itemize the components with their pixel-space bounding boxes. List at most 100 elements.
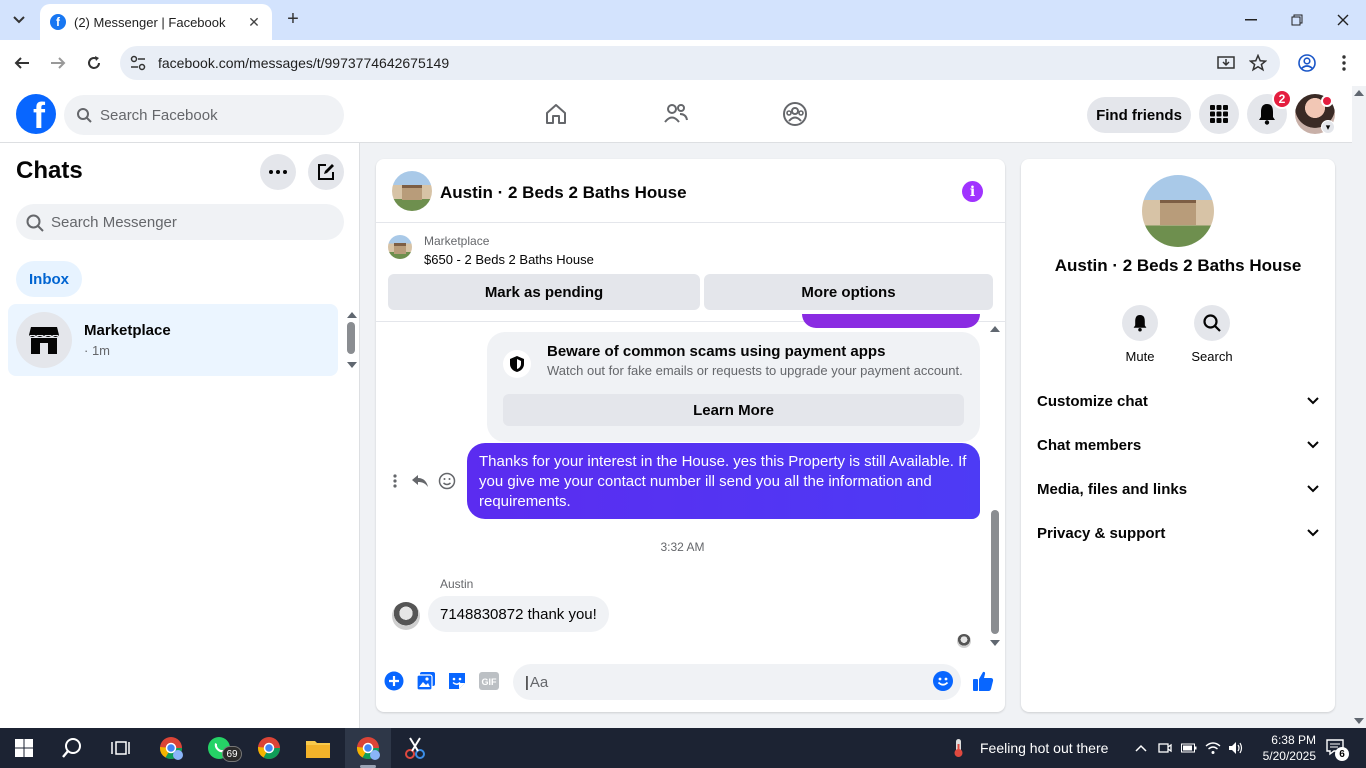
file-explorer-icon[interactable]: [304, 734, 332, 762]
sender-avatar[interactable]: [392, 602, 420, 630]
chrome-active-icon[interactable]: [354, 734, 382, 762]
listing-avatar[interactable]: [392, 171, 432, 211]
search-icon: [1194, 305, 1230, 341]
browser-address-bar: facebook.com/messages/t/9973774642675149: [0, 40, 1366, 86]
profile-button[interactable]: [1295, 51, 1319, 75]
friends-nav-button[interactable]: [662, 100, 690, 128]
learn-more-button[interactable]: Learn More: [503, 394, 964, 426]
scroll-up-arrow[interactable]: [990, 326, 1000, 332]
bookmark-button[interactable]: [1246, 51, 1270, 75]
scroll-down-arrow[interactable]: [990, 640, 1000, 646]
page-scrollbar[interactable]: [1352, 86, 1366, 728]
thumbs-up-icon[interactable]: [972, 670, 994, 692]
outgoing-message-bubble[interactable]: Thanks for your interest in the House. y…: [467, 443, 980, 519]
search-icon: [26, 214, 44, 232]
browser-menu-button[interactable]: [1332, 51, 1356, 75]
marketplace-label: Marketplace: [424, 234, 490, 248]
battery-icon[interactable]: [1181, 740, 1197, 756]
facebook-header: f Search Facebook Find friends 2 ▾: [0, 86, 1352, 143]
scrollbar-thumb[interactable]: [347, 322, 355, 354]
seen-indicator-avatar: [957, 634, 971, 648]
gif-icon[interactable]: GIF: [478, 670, 500, 692]
chrome-icon[interactable]: [255, 734, 283, 762]
system-clock[interactable]: 6:38 PM 5/20/2025: [1246, 732, 1316, 764]
scroll-up-arrow[interactable]: [347, 312, 357, 318]
search-label: Search: [1191, 349, 1233, 364]
emoji-picker-icon[interactable]: [932, 670, 954, 692]
browser-tab-active[interactable]: f (2) Messenger | Facebook ✕: [40, 4, 272, 40]
home-nav-button[interactable]: [542, 100, 570, 128]
incoming-message-bubble[interactable]: 7148830872 thank you!: [428, 596, 609, 632]
task-view-icon[interactable]: [106, 734, 134, 762]
back-button[interactable]: [10, 51, 34, 75]
react-emoji-icon[interactable]: [436, 470, 458, 492]
chevron-down-icon[interactable]: ▾: [1321, 120, 1335, 134]
action-center-count-badge: 6: [1335, 747, 1349, 761]
facebook-search-input[interactable]: Search Facebook: [64, 95, 344, 135]
url-bar[interactable]: facebook.com/messages/t/9973774642675149: [120, 46, 1280, 80]
new-message-button[interactable]: [308, 154, 344, 190]
thread-scrollbar[interactable]: [988, 322, 1002, 650]
tab-close-icon[interactable]: ✕: [246, 14, 262, 31]
facebook-logo[interactable]: f: [16, 94, 56, 134]
listing-profile-image[interactable]: [1142, 175, 1214, 247]
weather-text: Feeling hot out there: [980, 740, 1109, 756]
chats-options-button[interactable]: [260, 154, 296, 190]
menu-button[interactable]: [1199, 94, 1239, 134]
site-settings-icon[interactable]: [130, 55, 146, 71]
scroll-up-arrow[interactable]: [1354, 90, 1364, 96]
more-options-button[interactable]: More options: [704, 274, 993, 310]
inbox-filter-tab[interactable]: Inbox: [16, 261, 82, 297]
show-hidden-icons-chevron-up-icon[interactable]: [1133, 740, 1149, 756]
privacy-support-section[interactable]: Privacy & support: [1037, 521, 1319, 545]
taskbar-search-icon[interactable]: [58, 734, 86, 762]
weather-widget[interactable]: Feeling hot out there: [950, 738, 1108, 758]
message-input[interactable]: | Aa: [513, 664, 961, 700]
customize-chat-section[interactable]: Customize chat: [1037, 389, 1319, 413]
chrome-profile-icon[interactable]: [157, 734, 185, 762]
mute-button[interactable]: Mute: [1110, 305, 1170, 364]
new-tab-button[interactable]: +: [282, 8, 304, 30]
search-in-conversation-button[interactable]: Search: [1182, 305, 1242, 364]
wifi-icon[interactable]: [1205, 740, 1221, 756]
close-icon: [1337, 14, 1349, 26]
messenger-search-input[interactable]: Search Messenger: [16, 204, 344, 240]
chats-title: Chats: [16, 157, 83, 184]
scrollbar-thumb[interactable]: [991, 510, 999, 634]
more-actions-plus-icon[interactable]: [383, 670, 405, 692]
windows-start-icon[interactable]: [10, 734, 38, 762]
snipping-tool-icon[interactable]: [401, 734, 429, 762]
install-app-button[interactable]: [1214, 51, 1238, 75]
chat-members-section[interactable]: Chat members: [1037, 433, 1319, 457]
volume-icon[interactable]: [1228, 740, 1244, 756]
profile-alert-dot: [1321, 95, 1333, 107]
listing-thumbnail[interactable]: [388, 235, 412, 259]
chat-list-item[interactable]: Marketplace · 1m: [8, 304, 338, 376]
minimize-button[interactable]: [1237, 8, 1265, 32]
media-files-links-section[interactable]: Media, files and links: [1037, 477, 1319, 501]
listing-title[interactable]: $650 - 2 Beds 2 Baths House: [424, 252, 594, 267]
attach-photo-icon[interactable]: [415, 670, 437, 692]
scroll-down-arrow[interactable]: [347, 362, 357, 368]
mark-as-pending-button[interactable]: Mark as pending: [388, 274, 700, 310]
message-more-icon[interactable]: [384, 470, 406, 492]
forward-button[interactable]: [46, 51, 70, 75]
tab-search-button[interactable]: [6, 7, 32, 33]
conversation-title[interactable]: Austin · 2 Beds 2 Baths House: [440, 183, 687, 203]
close-window-button[interactable]: [1329, 8, 1357, 32]
scroll-down-arrow[interactable]: [1354, 718, 1364, 724]
restore-button[interactable]: [1283, 8, 1311, 32]
groups-nav-button[interactable]: [781, 100, 809, 128]
meet-now-icon[interactable]: [1157, 740, 1173, 756]
reply-icon[interactable]: [409, 470, 431, 492]
url-text: facebook.com/messages/t/9973774642675149: [158, 55, 450, 71]
find-friends-button[interactable]: Find friends: [1087, 97, 1191, 133]
reload-button[interactable]: [82, 51, 106, 75]
chats-scrollbar[interactable]: [345, 308, 357, 372]
incoming-sender-name: Austin: [440, 577, 474, 591]
svg-text:GIF: GIF: [482, 677, 498, 687]
sticker-icon[interactable]: [446, 670, 468, 692]
marketplace-avatar: [16, 312, 72, 368]
conversation-info-icon[interactable]: i: [962, 181, 983, 202]
scam-warning-title: Beware of common scams using payment app…: [547, 343, 886, 360]
